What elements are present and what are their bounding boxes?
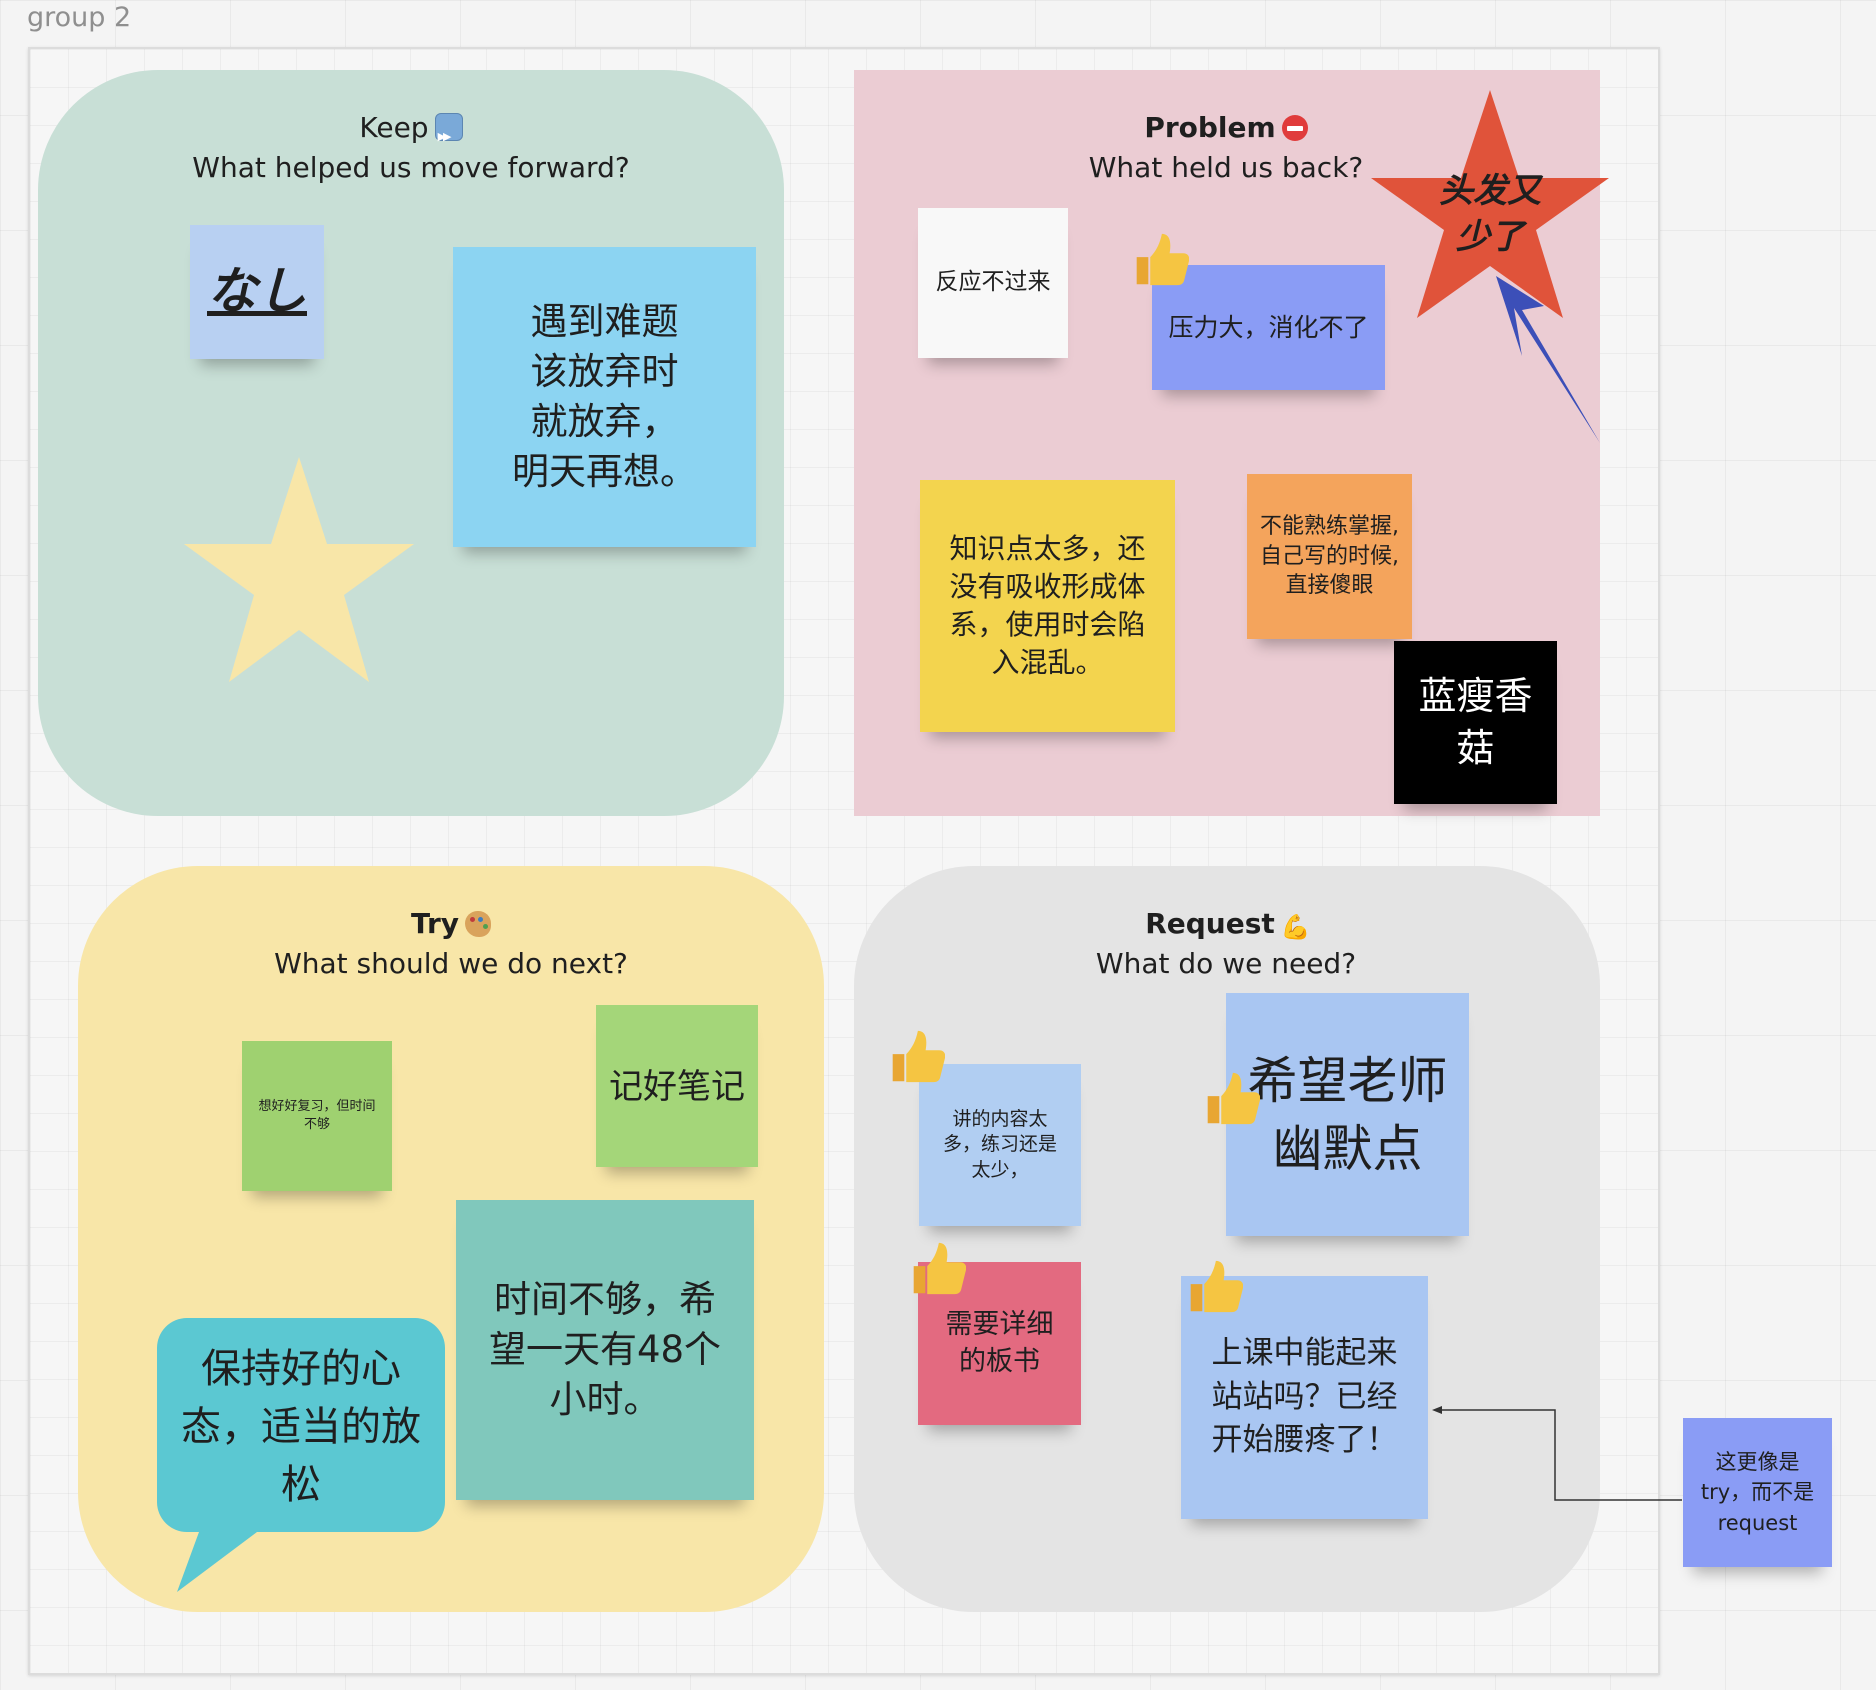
problem-note-sad-text: 蓝瘦香 菇: [1418, 674, 1533, 770]
no-entry-icon: [1281, 115, 1308, 141]
request-note-humor[interactable]: 希望老师 幽默点: [1226, 993, 1469, 1236]
outside-note-try-not-request[interactable]: 这更像是try，而不是request: [1683, 1418, 1832, 1567]
keep-note-nashi-text: なし: [207, 262, 307, 321]
try-note-48-hours-text: 时间不够，希望一天有48个小时。: [488, 1278, 722, 1421]
request-subtitle: What do we need?: [1095, 947, 1357, 980]
keep-subtitle: What helped us move forward?: [192, 151, 630, 184]
group-label: group 2: [27, 2, 132, 33]
problem-note-not-proficient[interactable]: 不能熟练掌握,自己写的时候,直接傻眼: [1247, 474, 1412, 639]
request-title: Request: [1145, 907, 1275, 940]
keep-heading: Keep What helped us move forward?: [61, 108, 761, 188]
request-heading: Request What do we need?: [876, 904, 1576, 984]
keep-yellow-star[interactable]: [180, 450, 420, 690]
thumbs-up-icon: [1136, 233, 1189, 286]
problem-blue-arrow[interactable]: [1482, 268, 1606, 448]
keep-note-give-up-text: 遇到难题 该放弃时 就放弃， 明天再想。: [512, 300, 697, 493]
try-speech-bubble-text: 保持好的心态，适当的放松: [181, 1346, 421, 1508]
keep-note-give-up[interactable]: 遇到难题 该放弃时 就放弃， 明天再想。: [453, 247, 756, 547]
keep-title: Keep: [359, 111, 429, 144]
problem-note-cant-react[interactable]: 反应不过来: [918, 208, 1068, 358]
try-speech-bubble[interactable]: 保持好的心态，适当的放松: [167, 1332, 435, 1522]
try-note-review-text: 想好好复习，但时间不够: [258, 1099, 376, 1132]
thumbs-up-icon: [1190, 1260, 1243, 1313]
problem-note-pressure-text: 压力大，消化不了: [1168, 312, 1369, 342]
keep-note-nashi[interactable]: なし: [190, 225, 324, 359]
try-heading: Try What should we do next?: [101, 904, 801, 984]
request-note-humor-text: 希望老师 幽默点: [1247, 1051, 1448, 1178]
request-note-more-practice[interactable]: 讲的内容太多，练习还是太少，: [919, 1064, 1081, 1226]
connector-line[interactable]: [1430, 1400, 1685, 1510]
try-title: Try: [410, 907, 460, 940]
request-note-more-practice-text: 讲的内容太多，练习还是太少，: [942, 1107, 1057, 1181]
try-note-48-hours[interactable]: 时间不够，希望一天有48个小时。: [456, 1200, 754, 1500]
palette-icon: [465, 911, 492, 937]
try-note-notes[interactable]: 记好笔记: [596, 1005, 758, 1167]
problem-title: Problem: [1144, 111, 1276, 144]
request-note-stand-up-text: 上课中能起来站站吗？已经开始腰疼了！: [1211, 1335, 1398, 1459]
problem-note-cant-react-text: 反应不过来: [935, 269, 1051, 296]
request-note-blackboard-text: 需要详细的板书: [945, 1309, 1054, 1377]
problem-star-label: 头发又 少了: [1439, 171, 1541, 257]
try-note-review[interactable]: 想好好复习，但时间不够: [242, 1041, 392, 1191]
thumbs-up-icon: [1207, 1072, 1260, 1125]
problem-note-not-proficient-text: 不能熟练掌握,自己写的时候,直接傻眼: [1260, 513, 1399, 599]
thumbs-up-icon: [913, 1242, 966, 1295]
try-note-notes-text: 记好笔记: [609, 1067, 745, 1107]
problem-note-too-much-knowledge-text: 知识点太多，还没有吸收形成体系，使用时会陷入混乱。: [949, 532, 1146, 679]
try-subtitle: What should we do next?: [274, 947, 628, 980]
problem-note-sad[interactable]: 蓝瘦香 菇: [1394, 641, 1557, 804]
problem-note-too-much-knowledge[interactable]: 知识点太多，还没有吸收形成体系，使用时会陷入混乱。: [920, 480, 1175, 732]
thumbs-up-icon: [892, 1030, 945, 1083]
fast-forward-icon: [434, 113, 463, 157]
outside-note-text: 这更像是try，而不是request: [1700, 1449, 1815, 1535]
flexed-biceps-icon: [1281, 907, 1311, 947]
